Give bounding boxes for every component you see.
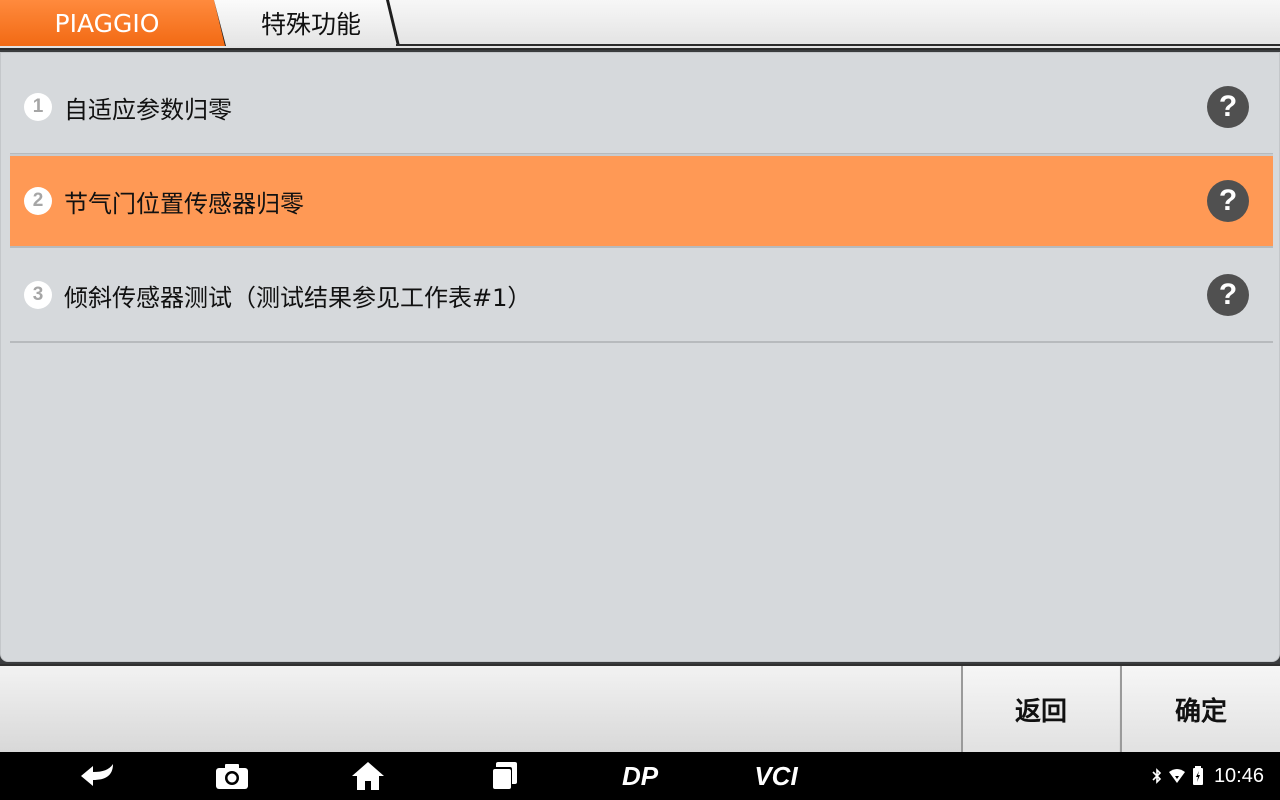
help-glyph: ? xyxy=(1218,184,1238,217)
breadcrumb: PIAGGIO 特殊功能 xyxy=(0,0,1280,50)
item-number-badge: 1 xyxy=(24,93,52,121)
breadcrumb-brand-label: PIAGGIO xyxy=(54,8,160,38)
recent-apps-icon[interactable] xyxy=(488,760,520,792)
bluetooth-icon xyxy=(1152,768,1162,784)
clock: 10:46 xyxy=(1213,764,1264,787)
confirm-button[interactable]: 确定 xyxy=(1120,666,1280,752)
wifi-icon xyxy=(1168,769,1185,783)
help-icon[interactable]: ? xyxy=(1207,274,1249,316)
vci-icon[interactable]: VCI xyxy=(742,760,810,792)
breadcrumb-brand[interactable]: PIAGGIO xyxy=(0,0,226,46)
home-icon[interactable] xyxy=(350,760,386,792)
list-item-label: 节气门位置传感器归零 xyxy=(64,189,304,218)
list-item-label: 倾斜传感器测试（测试结果参见工作表#1） xyxy=(64,283,532,312)
back-button[interactable]: 返回 xyxy=(961,666,1119,752)
dp-logo-text: DP xyxy=(622,763,659,789)
action-bar: 返回 确定 xyxy=(0,664,1280,752)
list-item-throttle-reset[interactable]: 2 节气门位置传感器归零 ? xyxy=(10,154,1273,248)
system-navigation-bar: DP VCI 10:46 xyxy=(0,752,1280,800)
vci-text: VCI xyxy=(754,763,798,789)
help-glyph: ? xyxy=(1218,90,1238,123)
help-icon[interactable]: ? xyxy=(1207,180,1249,222)
item-number-badge: 2 xyxy=(24,187,52,215)
help-icon[interactable]: ? xyxy=(1207,86,1249,128)
header-divider xyxy=(396,44,1280,46)
breadcrumb-separator-icon xyxy=(386,0,400,46)
list-item-tilt-sensor-test[interactable]: 3 倾斜传感器测试（测试结果参见工作表#1） ? xyxy=(10,249,1273,343)
back-icon[interactable] xyxy=(78,760,118,792)
dp-logo-icon[interactable]: DP xyxy=(608,760,672,792)
function-list-panel: 1 自适应参数归零 ? 2 节气门位置传感器归零 ? 3 倾斜传感器测试（测试结… xyxy=(0,52,1280,662)
camera-icon[interactable] xyxy=(214,760,250,792)
battery-icon xyxy=(1192,766,1203,785)
breadcrumb-current[interactable]: 特殊功能 xyxy=(214,0,400,46)
list-item-adaptive-reset[interactable]: 1 自适应参数归零 ? xyxy=(10,61,1273,155)
item-number-badge: 3 xyxy=(24,281,52,309)
list-item-label: 自适应参数归零 xyxy=(64,95,232,124)
breadcrumb-current-label: 特殊功能 xyxy=(260,10,361,39)
status-area: 10:46 xyxy=(1152,752,1264,800)
help-glyph: ? xyxy=(1218,278,1238,311)
